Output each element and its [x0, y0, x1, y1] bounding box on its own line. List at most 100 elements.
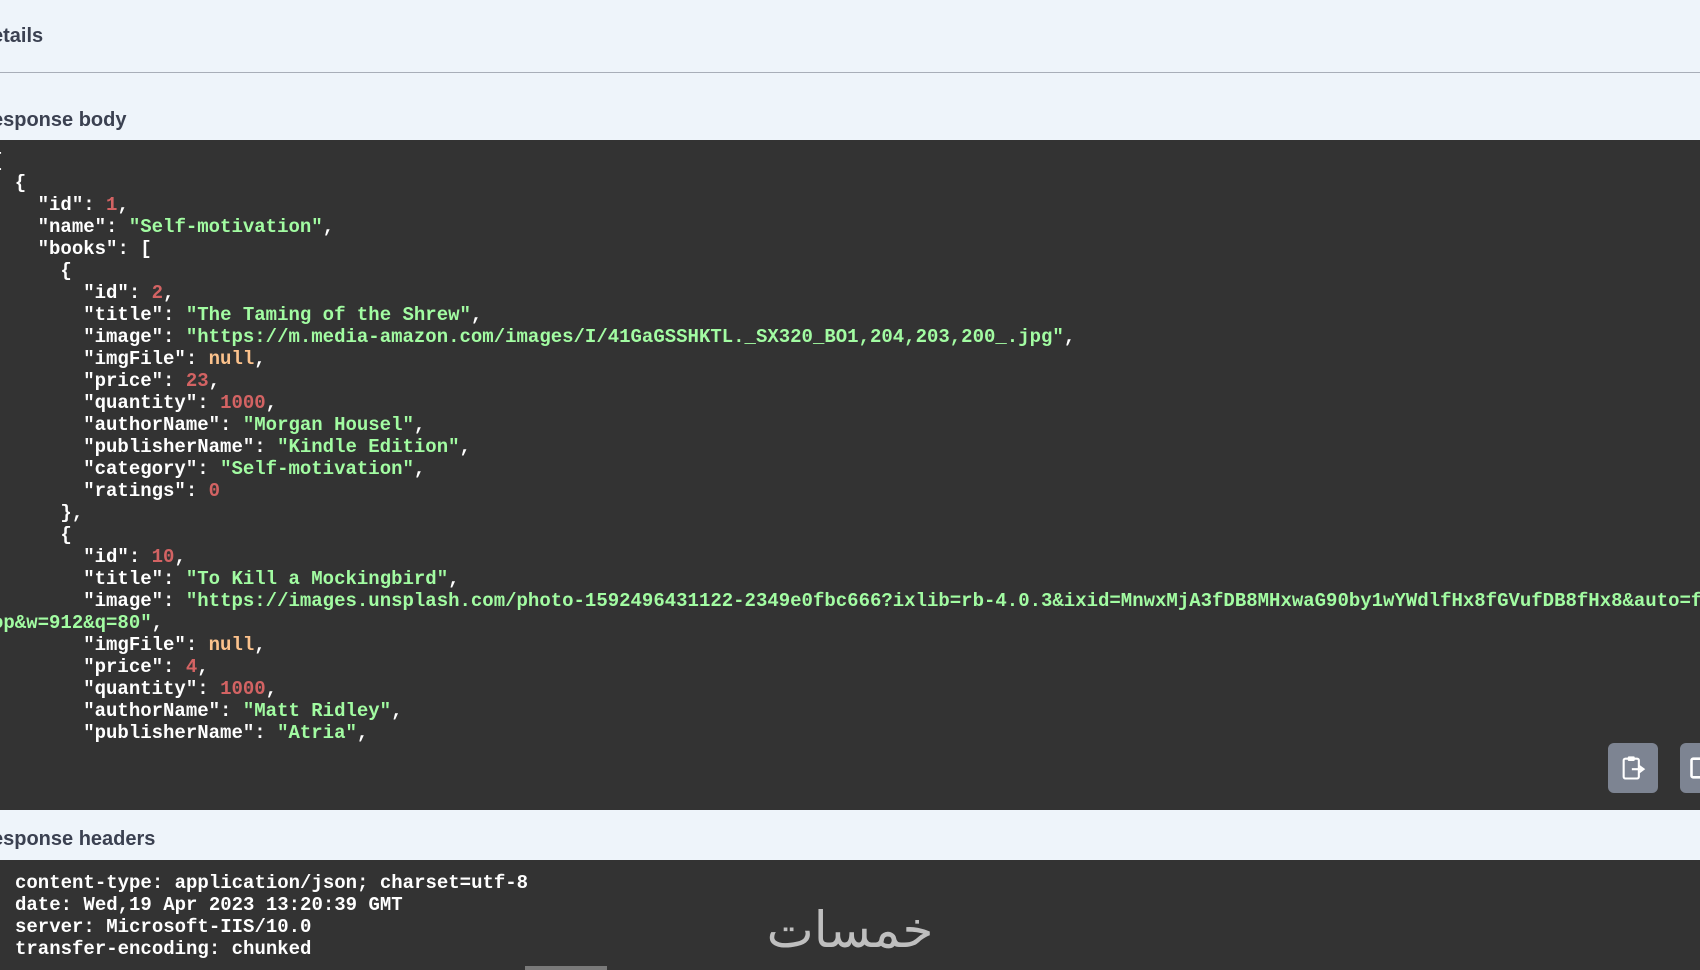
code-token: ,: [163, 282, 175, 304]
code-line: "price": 4,: [0, 656, 1692, 678]
code-token: "image": [83, 326, 164, 348]
code-token: :: [185, 634, 209, 656]
scroll-indicator: [525, 966, 607, 970]
code-line: {: [0, 260, 1692, 282]
code-token: ,: [254, 634, 266, 656]
code-line: "publisherName": "Atria",: [0, 722, 1692, 744]
code-token: :: [185, 480, 209, 502]
code-line: "quantity": 1000,: [0, 678, 1692, 700]
code-token: "id": [83, 546, 129, 568]
code-token: "publisherName": [83, 722, 255, 744]
code-token: :: [185, 348, 209, 370]
code-line: "publisherName": "Kindle Edition",: [0, 436, 1692, 458]
code-token: {: [60, 524, 72, 546]
code-token: },: [0, 502, 84, 524]
code-token: :: [106, 216, 129, 238]
code-line: "image": "https://m.media-amazon.com/ima…: [0, 326, 1692, 348]
code-token: ,: [413, 458, 426, 480]
code-token: ,: [391, 700, 403, 722]
code-token: "price": [83, 656, 164, 678]
code-line: "id": 2,: [0, 282, 1692, 304]
code-token: ,: [197, 656, 209, 678]
code-token: ,: [208, 370, 221, 392]
code-token: :: [163, 326, 186, 348]
code-token: :: [163, 656, 186, 678]
code-line: "ratings": 0: [0, 480, 1692, 502]
code-token: ,: [448, 568, 460, 590]
watermark-logo: خمسات: [766, 901, 934, 959]
details-section-header[interactable]: etails: [0, 0, 1700, 73]
code-token: :: [254, 436, 278, 458]
code-token: "price": [83, 370, 164, 392]
code-token: ,: [254, 348, 266, 370]
header-line: content-type: application/json; charset=…: [15, 872, 529, 894]
code-line: "title": "The Taming of the Shrew",: [0, 304, 1692, 326]
code-token: :: [163, 590, 186, 612]
code-token: ,: [322, 216, 335, 238]
code-line: },: [0, 502, 1692, 524]
code-token: "Self-motivation": [128, 216, 323, 238]
response-headers-header: esponse headers: [0, 818, 1700, 860]
code-line: "price": 23,: [0, 370, 1692, 392]
code-token: ,: [151, 612, 164, 634]
code-token: "image": [83, 590, 164, 612]
code-token: :: [197, 392, 221, 414]
code-token: :: [197, 458, 221, 480]
code-token: 0: [208, 480, 221, 502]
code-token: "books": [37, 238, 118, 260]
code-token: {: [14, 172, 27, 194]
response-body-label: esponse body: [0, 108, 127, 131]
code-token: "To Kill a Mockingbird": [185, 568, 449, 590]
code-token: :: [220, 414, 243, 436]
code-token: 1000: [220, 392, 266, 414]
code-token: 23: [185, 370, 209, 392]
code-token: "https://images.unsplash.com/photo-15924…: [185, 590, 1700, 612]
code-token: 10: [151, 546, 175, 568]
code-token: ,: [265, 678, 278, 700]
code-token: {: [60, 260, 72, 282]
code-line: "authorName": "Morgan Housel",: [0, 414, 1692, 436]
code-token: "Matt Ridley": [242, 700, 392, 722]
code-token: ,: [117, 194, 129, 216]
download-button[interactable]: [1680, 743, 1700, 793]
code-token: "Morgan Housel": [242, 414, 414, 436]
copy-to-clipboard-button[interactable]: [1608, 743, 1658, 793]
code-token: :: [254, 722, 278, 744]
code-token: "authorName": [83, 414, 221, 436]
code-token: "authorName": [83, 700, 221, 722]
code-line: [: [0, 150, 1692, 172]
code-line: "books": [: [0, 238, 1692, 260]
code-token: "The Taming of the Shrew": [185, 304, 471, 326]
code-token: ,: [1063, 326, 1076, 348]
code-token: 2: [151, 282, 164, 304]
code-token: "imgFile": [83, 634, 186, 656]
code-token: "imgFile": [83, 348, 186, 370]
code-line: "imgFile": null,: [0, 348, 1692, 370]
code-token: :: [163, 568, 186, 590]
code-token: op&w=912&q=80": [0, 612, 152, 634]
code-token: ,: [459, 436, 471, 458]
code-line: "title": "To Kill a Mockingbird",: [0, 568, 1692, 590]
code-token: 1000: [220, 678, 266, 700]
code-token: :: [83, 194, 107, 216]
code-token: :: [163, 370, 186, 392]
code-line: "image": "https://images.unsplash.com/ph…: [0, 590, 1700, 612]
code-line: "imgFile": null,: [0, 634, 1692, 656]
code-line: "authorName": "Matt Ridley",: [0, 700, 1692, 722]
response-body-code[interactable]: [ { "id": 1, "name": "Self-motivation", …: [0, 140, 1700, 810]
